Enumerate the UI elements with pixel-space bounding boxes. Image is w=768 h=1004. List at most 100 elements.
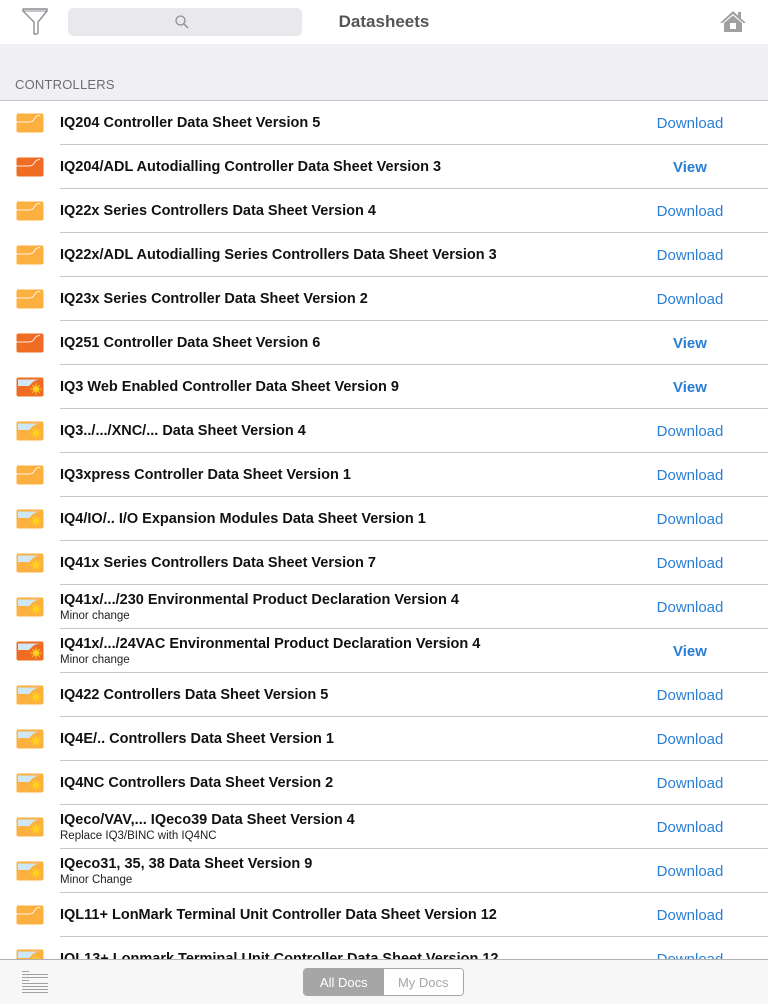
list-item[interactable]: IQ4NC Controllers Data Sheet Version 2 Do… <box>0 761 768 805</box>
item-text: IQ41x/.../24VAC Environmental Product De… <box>60 629 628 673</box>
folder-icon <box>16 201 44 221</box>
list-item[interactable]: IQ3 Web Enabled Controller Data Sheet Ve… <box>0 365 768 409</box>
list-item[interactable]: IQ3xpress Controller Data Sheet Version … <box>0 453 768 497</box>
item-title: IQL11+ LonMark Terminal Unit Controller … <box>60 907 497 923</box>
item-title: IQeco31, 35, 38 Data Sheet Version 9 <box>60 856 313 872</box>
folder-icon <box>16 905 44 925</box>
list-item[interactable]: IQL13+ Lonmark Terminal Unit Controller … <box>0 937 768 959</box>
filter-button[interactable] <box>20 6 50 36</box>
item-text: IQ23x Series Controller Data Sheet Versi… <box>60 277 628 321</box>
download-button[interactable]: Download <box>640 585 740 629</box>
segment-my-docs[interactable]: My Docs <box>383 969 463 995</box>
folder-new-icon <box>16 729 44 749</box>
item-text: IQ3xpress Controller Data Sheet Version … <box>60 453 628 497</box>
download-button[interactable]: Download <box>640 409 740 453</box>
download-button[interactable]: Download <box>640 189 740 233</box>
item-title: IQ3xpress Controller Data Sheet Version … <box>60 467 351 483</box>
folder-new-icon <box>16 685 44 705</box>
item-title: IQ4E/.. Controllers Data Sheet Version 1 <box>60 731 334 747</box>
item-title: IQ4/IO/.. I/O Expansion Modules Data She… <box>60 511 426 527</box>
item-subtitle: Minor Change <box>60 874 133 886</box>
list-item[interactable]: IQ41x/.../24VAC Environmental Product De… <box>0 629 768 673</box>
download-button[interactable]: Download <box>640 893 740 937</box>
folder-icon <box>16 333 44 353</box>
view-button[interactable]: View <box>640 365 740 409</box>
search-icon <box>175 15 189 29</box>
list-item[interactable]: IQL11+ LonMark Terminal Unit Controller … <box>0 893 768 937</box>
list-item[interactable]: IQ4E/.. Controllers Data Sheet Version 1… <box>0 717 768 761</box>
item-text: IQ4/IO/.. I/O Expansion Modules Data She… <box>60 497 628 541</box>
list-item[interactable]: IQ3../.../XNC/... Data Sheet Version 4 Do… <box>0 409 768 453</box>
item-title: IQL13+ Lonmark Terminal Unit Controller … <box>60 951 499 959</box>
item-text: IQ204 Controller Data Sheet Version 5 <box>60 101 628 145</box>
list-item[interactable]: IQ204 Controller Data Sheet Version 5 Dow… <box>0 101 768 145</box>
folder-new-icon <box>16 421 44 441</box>
item-text: IQ41x/.../230 Environmental Product Decl… <box>60 585 628 629</box>
view-button[interactable]: View <box>640 145 740 189</box>
list-item[interactable]: IQ204/ADL Autodialling Controller Data S… <box>0 145 768 189</box>
download-button[interactable]: Download <box>640 541 740 585</box>
item-title: IQ204 Controller Data Sheet Version 5 <box>60 115 321 131</box>
list-item[interactable]: IQ41x/.../230 Environmental Product Decl… <box>0 585 768 629</box>
item-subtitle: Replace IQ3/BINC with IQ4NC <box>60 830 217 842</box>
home-icon <box>720 11 746 32</box>
table-of-contents-button[interactable] <box>21 970 49 994</box>
download-button[interactable]: Download <box>640 849 740 893</box>
item-text: IQeco31, 35, 38 Data Sheet Version 9 Mino… <box>60 849 628 893</box>
list-item[interactable]: IQ251 Controller Data Sheet Version 6 Vie… <box>0 321 768 365</box>
section-title: CONTROLLERS <box>15 77 115 92</box>
item-text: IQ4E/.. Controllers Data Sheet Version 1 <box>60 717 628 761</box>
download-button[interactable]: Download <box>640 761 740 805</box>
item-text: IQ3../.../XNC/... Data Sheet Version 4 <box>60 409 628 453</box>
list-item[interactable]: IQ22x Series Controllers Data Sheet Vers… <box>0 189 768 233</box>
list-item[interactable]: IQ22x/ADL Autodialling Series Controller… <box>0 233 768 277</box>
item-title: IQ22x Series Controllers Data Sheet Vers… <box>60 203 376 219</box>
folder-new-icon <box>16 509 44 529</box>
datasheet-list: IQ204 Controller Data Sheet Version 5 Dow… <box>0 101 768 959</box>
download-button[interactable]: Download <box>640 805 740 849</box>
download-button[interactable]: Download <box>640 497 740 541</box>
item-text: IQ41x Series Controllers Data Sheet Vers… <box>60 541 628 585</box>
folder-new-icon <box>16 377 44 397</box>
item-title: IQ41x/.../230 Environmental Product Decl… <box>60 592 459 608</box>
download-button[interactable]: Download <box>640 101 740 145</box>
bottom-toolbar: All Docs My Docs <box>0 959 768 1004</box>
download-button[interactable]: Download <box>640 453 740 497</box>
item-title: IQ4NC Controllers Data Sheet Version 2 <box>60 775 334 791</box>
download-button[interactable]: Download <box>640 673 740 717</box>
folder-icon <box>16 113 44 133</box>
download-button[interactable]: Download <box>640 233 740 277</box>
download-button[interactable]: Download <box>640 717 740 761</box>
item-title: IQeco/VAV,... IQeco39 Data Sheet Version… <box>60 812 355 828</box>
list-item[interactable]: IQeco31, 35, 38 Data Sheet Version 9 Mino… <box>0 849 768 893</box>
download-button[interactable]: Download <box>640 277 740 321</box>
list-item[interactable]: IQ23x Series Controller Data Sheet Versi… <box>0 277 768 321</box>
view-button[interactable]: View <box>640 321 740 365</box>
list-item[interactable]: IQeco/VAV,... IQeco39 Data Sheet Version… <box>0 805 768 849</box>
item-text: IQ204/ADL Autodialling Controller Data S… <box>60 145 628 189</box>
item-text: IQL11+ LonMark Terminal Unit Controller … <box>60 893 628 937</box>
list-item[interactable]: IQ422 Controllers Data Sheet Version 5 Do… <box>0 673 768 717</box>
view-button[interactable]: View <box>640 629 740 673</box>
segment-all-docs[interactable]: All Docs <box>304 969 384 995</box>
item-title: IQ3 Web Enabled Controller Data Sheet Ve… <box>60 379 399 395</box>
item-title: IQ204/ADL Autodialling Controller Data S… <box>60 159 442 175</box>
folder-icon <box>16 465 44 485</box>
item-title: IQ41x/.../24VAC Environmental Product De… <box>60 636 481 652</box>
item-title: IQ251 Controller Data Sheet Version 6 <box>60 335 321 351</box>
folder-new-icon <box>16 949 44 959</box>
item-title: IQ23x Series Controller Data Sheet Versi… <box>60 291 368 307</box>
list-item[interactable]: IQ41x Series Controllers Data Sheet Vers… <box>0 541 768 585</box>
docs-segmented-control: All Docs My Docs <box>303 968 464 996</box>
item-text: IQ4NC Controllers Data Sheet Version 2 <box>60 761 628 805</box>
download-button[interactable]: Download <box>640 937 740 960</box>
folder-icon <box>16 157 44 177</box>
search-input[interactable] <box>68 8 302 36</box>
navigation-bar: Datasheets <box>0 0 768 44</box>
item-text: IQ22x Series Controllers Data Sheet Vers… <box>60 189 628 233</box>
home-button[interactable] <box>718 8 748 36</box>
list-icon <box>22 971 48 993</box>
item-title: IQ422 Controllers Data Sheet Version 5 <box>60 687 329 703</box>
list-item[interactable]: IQ4/IO/.. I/O Expansion Modules Data She… <box>0 497 768 541</box>
filter-icon <box>22 8 48 35</box>
